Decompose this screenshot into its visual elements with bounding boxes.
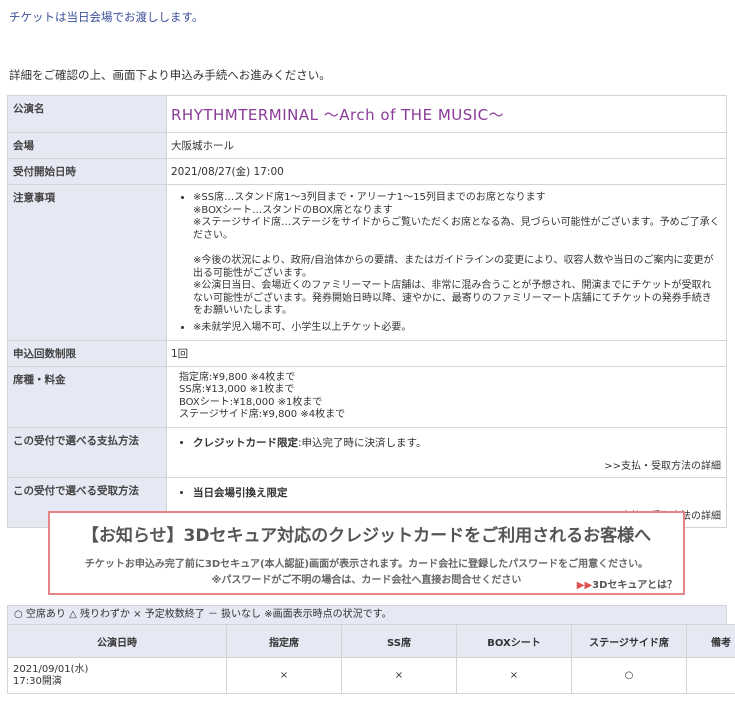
payment-note: :申込完了時に決済します。 (298, 436, 427, 449)
start-value: 2021/08/27(金) 17:00 (166, 158, 727, 185)
limit-value: 1回 (166, 339, 727, 367)
header-date: 公演日時 (7, 624, 227, 658)
banner-title: 【お知らせ】3Dセキュア対応のクレジットカードをご利用されるお客様へ (81, 526, 652, 546)
price-label: 席種・料金 (7, 365, 167, 428)
note-item: ※SS席…スタンド席1～3列目まで・アリーナ1～15列目までのお席となります ※… (193, 192, 721, 318)
3d-secure-banner[interactable]: 【お知らせ】3Dセキュア対応のクレジットカードをご利用されるお客様へ チケットお… (48, 511, 685, 595)
start-label: 受付開始日時 (7, 158, 167, 185)
performance-info-table: 公演名 RHYTHMTERMINAL ～Arch of THE MUSIC～ 会… (7, 95, 727, 528)
receive-method-item: 当日会場引換え限定 (193, 485, 721, 500)
row-start: 受付開始日時 2021/08/27(金) 17:00 (7, 158, 727, 185)
3d-secure-link[interactable]: ▶▶3Dセキュアとは？ (577, 576, 677, 591)
notes-label: 注意事項 (7, 184, 167, 341)
limit-label: 申込回数制限 (7, 339, 167, 367)
header-ss: SS席 (341, 624, 457, 658)
row-limit: 申込回数制限 1回 (7, 339, 727, 367)
payment-detail-link[interactable]: >>支払・受取方法の詳細 (171, 457, 721, 472)
availability-legend: ○ 空席あり △ 残りわずか × 予定枚数終了 － 扱いなし ※画面表示時点の状… (7, 605, 727, 625)
notes-list: ※SS席…スタンド席1～3列目まで・アリーナ1～15列目までのお席となります ※… (171, 192, 721, 335)
row-venue: 会場 大阪城ホール (7, 132, 727, 159)
header-box: BOXシート (456, 624, 572, 658)
performance-datetime: 2021/09/01(水) 17:30開演 (7, 657, 227, 694)
row-prices: 席種・料金 指定席:¥9,800 ※4枚まで SS席:¥13,000 ※1枚まで… (7, 365, 727, 428)
venue-value: 大阪城ホール (166, 132, 727, 159)
status-reserved[interactable]: × (226, 657, 342, 694)
price-list: 指定席:¥9,800 ※4枚まで SS席:¥13,000 ※1枚まで BOXシー… (171, 372, 721, 422)
header-reserved: 指定席 (226, 624, 342, 658)
price-item: BOXシート:¥18,000 ※1枚まで (179, 396, 323, 408)
status-stageside[interactable]: ○ (571, 657, 687, 694)
row-notes: 注意事項 ※SS席…スタンド席1～3列目まで・アリーナ1～15列目までのお席とな… (7, 184, 727, 341)
performance-name: RHYTHMTERMINAL ～Arch of THE MUSIC～ (171, 106, 505, 124)
note-item: ※未就学児入場不可、小学生以上チケット必要。 (193, 322, 721, 335)
status-box[interactable]: × (456, 657, 572, 694)
price-item: 指定席:¥9,800 ※4枚まで (179, 371, 296, 383)
header-remarks: 備考 (686, 624, 735, 658)
schedule-header: 公演日時 指定席 SS席 BOXシート ステージサイド席 備考 (7, 624, 735, 658)
double-arrow-icon: ▶▶ (576, 580, 593, 591)
payment-label: この受付で選べる支払方法 (7, 426, 167, 478)
detail-instruction: 詳細をご確認の上、画面下より申込み手続へお進みください。 (9, 68, 331, 82)
payment-method-item: クレジットカード限定:申込完了時に決済します。 (193, 435, 721, 450)
row-performance-name: 公演名 RHYTHMTERMINAL ～Arch of THE MUSIC～ (7, 95, 727, 133)
ticket-notice: チケットは当日会場でお渡しします。 (9, 10, 204, 24)
header-stageside: ステージサイド席 (571, 624, 687, 658)
payment-method: クレジットカード限定 (193, 436, 298, 449)
performance-name-label: 公演名 (7, 95, 167, 133)
receive-method: 当日会場引換え限定 (193, 486, 288, 499)
price-item: SS席:¥13,000 ※1枚まで (179, 384, 295, 396)
table-row[interactable]: 2021/09/01(水) 17:30開演 × × × ○ (7, 657, 735, 694)
remarks (686, 657, 735, 694)
schedule-table: 公演日時 指定席 SS席 BOXシート ステージサイド席 備考 2021/09/… (7, 624, 735, 694)
3d-secure-link-label: 3Dセキュアとは？ (592, 580, 677, 591)
price-item: ステージサイド席:¥9,800 ※4枚まで (179, 409, 346, 421)
venue-label: 会場 (7, 132, 167, 159)
status-ss[interactable]: × (341, 657, 457, 694)
row-payment: この受付で選べる支払方法 クレジットカード限定:申込完了時に決済します。 >>支… (7, 426, 727, 478)
banner-line1: チケットお申込み完了前に3Dセキュア(本人認証)画面が表示されます。カード会社に… (84, 559, 649, 570)
